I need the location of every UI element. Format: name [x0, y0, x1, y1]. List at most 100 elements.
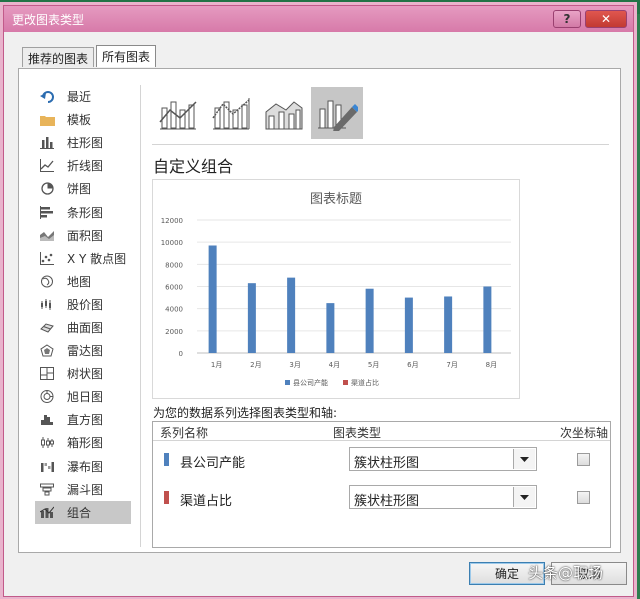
sidebar-item-sunburst-chart[interactable]: 旭日图	[35, 385, 131, 408]
treemap-chart-icon	[39, 367, 55, 381]
sidebar-item-funnel-chart[interactable]: 漏斗图	[35, 478, 131, 501]
sidebar-item-undo[interactable]: 最近	[35, 85, 131, 108]
bar-series-1	[326, 303, 335, 353]
sidebar-item-label: 雷达图	[67, 344, 104, 359]
dropdown-arrow-icon[interactable]	[513, 487, 535, 507]
series-color-swatch	[164, 491, 169, 504]
series-row: 县公司产能 簇状柱形图	[153, 445, 610, 475]
sidebar-item-label: 地图	[67, 274, 92, 289]
radar-chart-icon	[39, 344, 55, 358]
sidebar-item-combo-chart[interactable]: 组合	[35, 500, 131, 524]
series-name: 县公司产能	[180, 456, 246, 471]
sidebar-item-folder[interactable]: 模板	[35, 108, 131, 131]
sidebar-item-scatter-chart[interactable]: X Y 散点图	[35, 247, 131, 270]
x-tick-label: 8月	[486, 361, 497, 369]
x-tick-label: 6月	[407, 361, 418, 369]
sidebar-item-label: 柱形图	[67, 136, 104, 151]
legend-swatch	[343, 380, 348, 385]
sidebar-item-label: 股价图	[67, 297, 104, 312]
bar-series-1	[247, 283, 256, 353]
pie-chart-icon	[39, 182, 55, 196]
selected-chart-type: 簇状柱形图	[354, 456, 420, 471]
sidebar-item-label: 折线图	[67, 159, 104, 174]
sidebar-item-bar-chart[interactable]: 条形图	[35, 200, 131, 223]
secondary-axis-checkbox[interactable]	[577, 491, 590, 504]
combo-chart-icon	[39, 505, 55, 519]
tab-recommended-charts[interactable]: 推荐的图表	[22, 47, 95, 67]
series-name: 渠道占比	[180, 494, 233, 509]
assign-series-label: 为您的数据系列选择图表类型和轴:	[153, 406, 338, 420]
sidebar-item-radar-chart[interactable]: 雷达图	[35, 339, 131, 362]
bar-series-1	[483, 286, 492, 353]
sidebar-item-line-chart[interactable]: 折线图	[35, 154, 131, 177]
area-chart-icon	[39, 228, 55, 242]
y-tick-label: 2000	[165, 328, 183, 336]
tab-all-charts[interactable]: 所有图表	[96, 45, 157, 67]
surface-chart-icon	[39, 320, 55, 334]
sidebar-item-boxwhisker-chart[interactable]: 箱形图	[35, 431, 131, 454]
custom-combination-icon	[318, 100, 358, 131]
stock-chart-icon	[39, 297, 55, 311]
x-tick-label: 1月	[211, 361, 222, 369]
header-series-name: 系列名称	[160, 426, 209, 440]
sidebar-item-label: 树状图	[67, 367, 104, 382]
series-chart-type-select[interactable]: 簇状柱形图	[349, 485, 537, 509]
sidebar-item-column-chart[interactable]: 柱形图	[35, 131, 131, 154]
sidebar-item-label: 面积图	[67, 228, 104, 243]
dropdown-arrow-icon[interactable]	[513, 449, 535, 469]
series-chart-type-select[interactable]: 簇状柱形图	[349, 447, 537, 471]
y-tick-label: 10000	[161, 239, 183, 247]
all-charts-panel: 最近模板柱形图折线图饼图条形图面积图 X Y 散点图地图股价图曲面图雷达图树状图旭…	[18, 68, 621, 553]
series-table: 系列名称 图表类型 次坐标轴 县公司产能 簇状柱形图 渠道占比 簇状柱形图	[152, 421, 611, 548]
bar-series-1	[365, 288, 374, 353]
sidebar-item-label: 条形图	[67, 205, 104, 220]
sidebar-item-label: 最近	[67, 90, 92, 105]
sidebar-item-treemap-chart[interactable]: 树状图	[35, 362, 131, 385]
clustered-column-line-thumb[interactable]	[152, 87, 204, 139]
clustered-column-line-secondary-icon	[212, 98, 250, 130]
sidebar-item-label: 箱形图	[67, 436, 104, 451]
y-tick-label: 6000	[165, 284, 183, 292]
bar-series-1	[444, 296, 453, 353]
legend-label: 县公司产能	[293, 378, 328, 387]
secondary-axis-checkbox[interactable]	[577, 453, 590, 466]
chart-title: 图表标题	[310, 192, 362, 207]
sidebar-item-stock-chart[interactable]: 股价图	[35, 293, 131, 316]
sidebar-item-map-chart[interactable]: 地图	[35, 270, 131, 293]
legend-swatch	[285, 380, 290, 385]
sidebar-item-label: 模板	[67, 113, 92, 128]
stacked-area-column-icon	[265, 101, 303, 130]
custom-combination-thumb[interactable]	[311, 87, 363, 139]
divider	[152, 144, 609, 145]
dialog-titlebar: 更改图表类型 ? ✕	[4, 6, 633, 32]
sidebar-item-area-chart[interactable]: 面积图	[35, 224, 131, 247]
header-divider	[153, 440, 610, 441]
sidebar-item-surface-chart[interactable]: 曲面图	[35, 316, 131, 339]
legend-label: 渠道占比	[351, 378, 379, 387]
watermark-text: 头条@职场	[528, 564, 604, 582]
chart-type-sidebar: 最近模板柱形图折线图饼图条形图面积图 X Y 散点图地图股价图曲面图雷达图树状图旭…	[35, 85, 131, 524]
y-tick-label: 8000	[165, 261, 183, 269]
header-secondary-axis: 次坐标轴	[560, 426, 609, 440]
histogram-chart-icon	[39, 413, 55, 427]
stacked-area-column-thumb[interactable]	[258, 87, 310, 139]
close-button[interactable]: ✕	[585, 10, 627, 28]
change-chart-type-dialog: 更改图表类型 ? ✕ 推荐的图表 所有图表 最近模板柱形图折线图饼图条形图面积图…	[3, 5, 634, 597]
scatter-chart-icon	[39, 251, 55, 265]
boxwhisker-chart-icon	[39, 436, 55, 450]
help-button[interactable]: ?	[553, 10, 581, 28]
x-tick-label: 2月	[250, 361, 261, 369]
sidebar-item-pie-chart[interactable]: 饼图	[35, 177, 131, 200]
combo-title: 自定义组合	[153, 157, 234, 176]
sidebar-item-label: 瀑布图	[67, 459, 104, 474]
header-chart-type: 图表类型	[333, 426, 382, 440]
bar-chart-icon	[39, 205, 55, 219]
clustered-column-line-secondary-thumb[interactable]	[205, 87, 257, 139]
bar-series-1	[404, 297, 413, 353]
series-row: 渠道占比 簇状柱形图	[153, 483, 610, 513]
sidebar-item-waterfall-chart[interactable]: 瀑布图	[35, 455, 131, 478]
y-tick-label: 12000	[161, 217, 183, 225]
funnel-chart-icon	[39, 482, 55, 496]
sidebar-item-histogram-chart[interactable]: 直方图	[35, 408, 131, 431]
bar-series-1	[208, 245, 217, 353]
